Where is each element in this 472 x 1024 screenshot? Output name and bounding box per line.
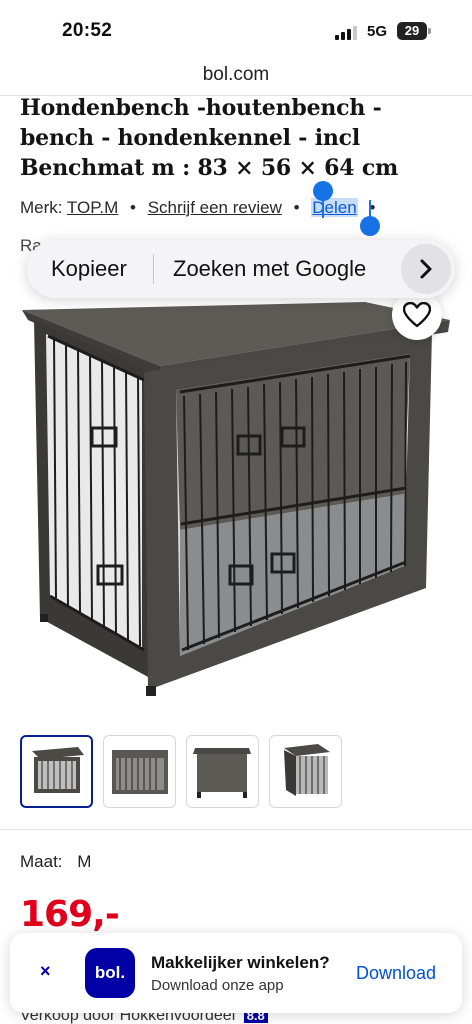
thumbnail[interactable] [103,735,176,808]
download-button[interactable]: Download [356,963,436,984]
section-divider [0,829,472,830]
dog-crate-illustration [22,302,450,696]
product-image[interactable] [20,298,452,708]
thumbnail-image [284,744,330,796]
product-title-line: Hondenbench -houtenbench - [20,95,382,121]
cellular-signal-icon [335,24,361,40]
thumbnail[interactable] [186,735,259,808]
size-selector[interactable]: Maat: M [20,852,91,872]
brand-label: Merk: [20,198,63,217]
brand-link[interactable]: TOP.M [67,198,118,217]
url-domain: bol.com [202,64,270,85]
battery-icon: 29 [397,22,431,40]
thumbnail-image [112,750,168,794]
product-price: 169,- [20,894,120,935]
product-title: Hondenbench -houtenbench - bench - honde… [20,93,450,183]
menu-divider [153,254,154,284]
size-label: Maat: [20,852,63,871]
product-title-line: Benchmat m : 83 × 56 × 64 cm [20,155,399,181]
battery-level: 29 [404,23,420,38]
copy-menu-item[interactable]: Kopieer [51,256,127,282]
write-review-link[interactable]: Schrijf een review [148,198,282,217]
bol-app-logo: bol. [85,948,135,998]
search-google-menu-item[interactable]: Zoeken met Google [173,256,366,282]
status-time: 20:52 [62,20,113,41]
chevron-right-icon [420,259,432,279]
close-icon[interactable]: × [40,961,51,982]
text-selection-menu: Kopieer Zoeken met Google [27,240,455,298]
product-meta-row: Merk: TOP.M • Schrijf een review • Delen… [20,198,460,218]
banner-title: Makkelijker winkelen? [151,953,330,972]
heart-icon [403,302,431,328]
address-bar[interactable]: bol.com [0,58,472,96]
app-download-banner: × bol. Makkelijker winkelen? Download on… [10,933,462,1013]
thumbnail-image [193,748,251,798]
network-type: 5G [367,23,388,40]
banner-subtitle: Download onze app [151,977,284,994]
more-menu-button[interactable] [401,244,451,294]
selection-handle-start[interactable] [313,181,333,201]
separator: • [130,198,136,217]
status-bar: 20:52 5G 29 [0,0,472,58]
separator: • [293,198,300,217]
size-value: M [77,852,92,871]
product-title-line: bench - hondenkennel - incl [20,125,360,151]
image-thumbnails [20,735,452,809]
thumbnail[interactable] [269,735,342,808]
thumbnail[interactable] [20,735,93,808]
share-link[interactable]: Delen [311,198,358,217]
thumbnail-image [32,747,84,793]
selection-handle-end[interactable] [360,216,380,236]
